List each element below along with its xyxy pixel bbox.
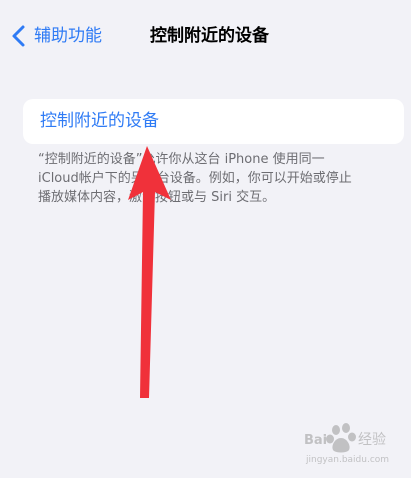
footnote-line: “控制附近的设备”允许你从这台 iPhone 使用同一 — [38, 152, 325, 167]
footnote-line: iCloud帐户下的另一台设备。例如，你可以开始或停止 — [38, 171, 352, 186]
page-title: 控制附近的设备 — [150, 26, 269, 46]
footnote-line: 播放媒体内容，激活按钮或与 Siri 交互。 — [38, 190, 276, 205]
chevron-left-icon — [12, 25, 25, 47]
svg-text:Bai: Bai — [304, 433, 327, 448]
baidu-watermark-logo: Bai 经验 jingyan.baidu.com — [304, 423, 389, 465]
control-nearby-devices-label: 控制附近的设备 — [40, 111, 159, 131]
description-footnote: “控制附近的设备”允许你从这台 iPhone 使用同一 iCloud帐户下的另一… — [38, 150, 383, 207]
control-nearby-devices-row[interactable]: 控制附近的设备 — [23, 99, 404, 144]
back-button[interactable]: 辅助功能 — [10, 22, 102, 50]
svg-text:jingyan.baidu.com: jingyan.baidu.com — [305, 455, 389, 465]
navigation-bar: 辅助功能 控制附近的设备 — [0, 0, 411, 72]
back-label: 辅助功能 — [34, 26, 102, 46]
svg-text:经验: 经验 — [358, 432, 386, 448]
